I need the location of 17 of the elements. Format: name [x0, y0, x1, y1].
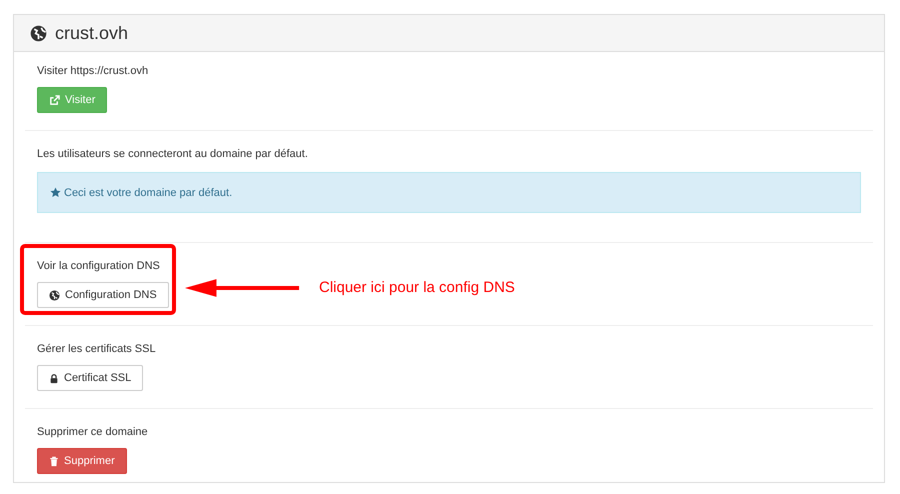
star-icon	[50, 187, 61, 198]
alert-text: Ceci est votre domaine par défaut.	[64, 186, 232, 198]
action-button[interactable]: Certificat SSL	[37, 365, 144, 391]
action-button[interactable]: Configuration DNS	[37, 282, 169, 308]
section-label: Supprimer ce domaine	[37, 425, 148, 439]
panel-title: crust.ovh	[55, 22, 128, 44]
section-label: Gérer les certificats SSL	[37, 342, 156, 356]
globe-icon	[49, 290, 60, 300]
section-label: Voir la configuration DNS	[37, 259, 160, 273]
trash-icon	[49, 456, 59, 466]
action-button[interactable]: Supprimer	[37, 448, 127, 474]
globe-icon	[30, 24, 47, 42]
external-link-icon	[49, 94, 60, 106]
section-label: Visiter https://crust.ovh	[37, 64, 148, 78]
section-label: Les utilisateurs se connecteront au domaine par défaut.	[37, 147, 308, 161]
annotation-text: Cliquer ici pour la config DNS	[319, 279, 515, 296]
lock-icon	[49, 372, 59, 384]
